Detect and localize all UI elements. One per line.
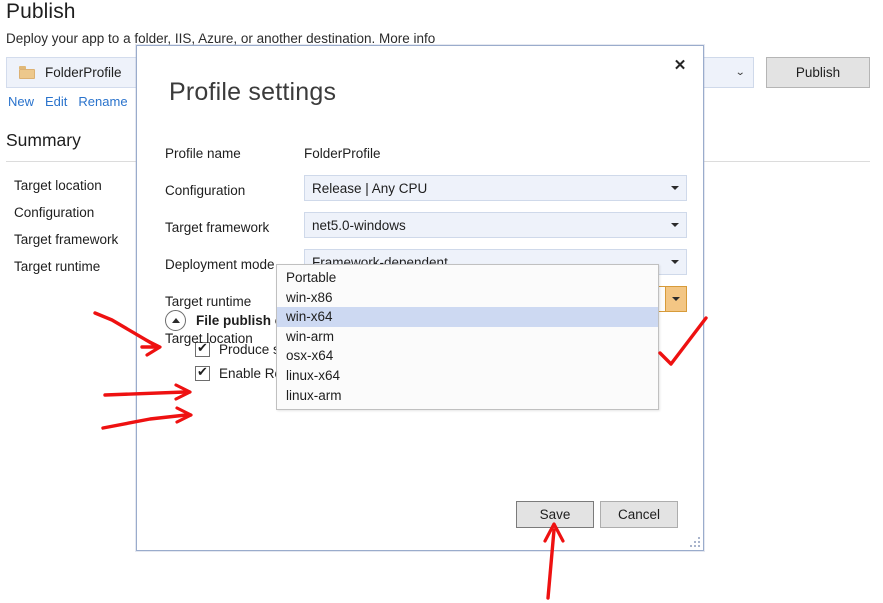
checkbox-enable-readytorun[interactable] <box>195 364 210 381</box>
summary-item-configuration: Configuration <box>14 205 95 220</box>
combo-target-framework-value: net5.0-windows <box>312 217 406 233</box>
label-target-runtime: Target runtime <box>165 294 252 309</box>
chevron-down-icon <box>671 186 679 190</box>
page-subtitle: Deploy your app to a folder, IIS, Azure,… <box>6 31 436 46</box>
option-linux-arm[interactable]: linux-arm <box>277 386 658 406</box>
target-runtime-option-list[interactable]: Portable win-x86 win-x64 win-arm osx-x64… <box>276 264 659 411</box>
summary-item-target-framework: Target framework <box>14 232 119 247</box>
summary-item-target-location: Target location <box>14 178 102 193</box>
profile-settings-dialog: ✕ Profile settings File publish options … <box>136 45 704 551</box>
save-button[interactable]: Save <box>516 501 594 528</box>
page-title: Publish <box>6 0 76 23</box>
option-portable[interactable]: Portable <box>277 268 658 288</box>
publish-button[interactable]: Publish <box>766 57 870 88</box>
combo-configuration-value: Release | Any CPU <box>312 180 428 196</box>
label-profile-name: Profile name <box>165 146 241 161</box>
label-configuration: Configuration <box>165 183 246 198</box>
profile-action-links: New Edit Rename D <box>8 94 148 109</box>
summary-heading: Summary <box>6 130 81 150</box>
option-win-x86[interactable]: win-x86 <box>277 288 658 308</box>
chevron-down-icon: ⌄ <box>734 67 746 78</box>
option-win-x64[interactable]: win-x64 <box>277 307 658 327</box>
value-profile-name: FolderProfile <box>304 146 381 161</box>
screen: Publish Deploy your app to a folder, IIS… <box>0 0 883 603</box>
close-icon[interactable]: ✕ <box>668 54 692 76</box>
option-linux-x64[interactable]: linux-x64 <box>277 366 658 386</box>
resize-grip-icon[interactable] <box>686 533 700 547</box>
summary-item-target-runtime: Target runtime <box>14 259 101 274</box>
link-edit[interactable]: Edit <box>45 94 67 109</box>
summary-list: Target location Configuration Target fra… <box>14 178 118 274</box>
field-target-framework: Target framework net5.0-windows <box>165 212 687 248</box>
label-target-framework: Target framework <box>165 220 270 235</box>
link-new[interactable]: New <box>8 94 34 109</box>
combo-configuration[interactable]: Release | Any CPU <box>304 175 687 201</box>
dropdown-toggle-icon[interactable] <box>665 287 686 311</box>
combo-target-framework[interactable]: net5.0-windows <box>304 212 687 238</box>
link-rename[interactable]: Rename <box>78 94 127 109</box>
field-configuration: Configuration Release | Any CPU <box>165 175 687 211</box>
field-profile-name: Profile name FolderProfile <box>165 138 685 174</box>
cancel-button[interactable]: Cancel <box>600 501 678 528</box>
chevron-down-icon <box>671 260 679 264</box>
profile-tab-label: FolderProfile <box>45 65 122 80</box>
label-deployment-mode: Deployment mode <box>165 257 275 272</box>
label-target-location: Target location <box>165 331 253 346</box>
option-win-arm[interactable]: win-arm <box>277 327 658 347</box>
option-osx-x64[interactable]: osx-x64 <box>277 346 658 366</box>
chevron-down-icon <box>671 223 679 227</box>
folder-icon <box>19 66 35 79</box>
dialog-title: Profile settings <box>169 78 337 106</box>
